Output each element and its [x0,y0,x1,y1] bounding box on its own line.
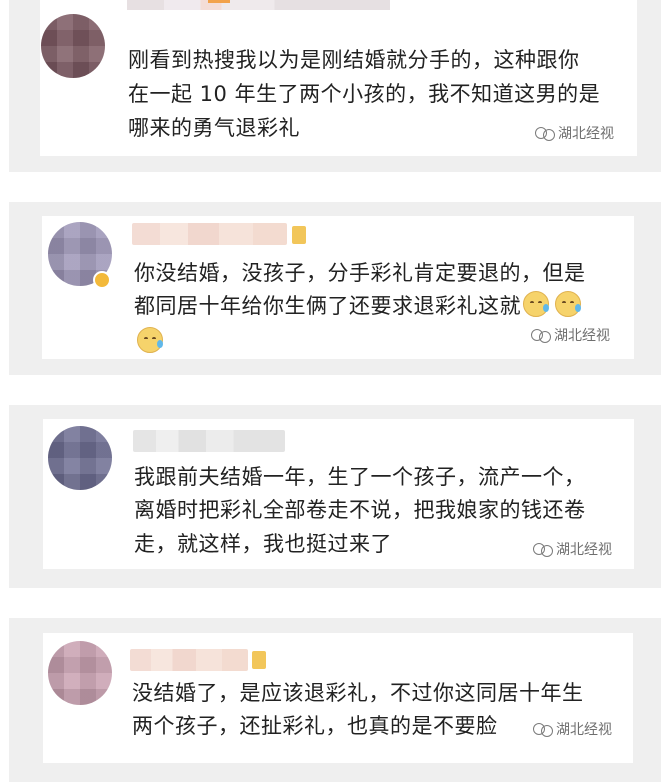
camera-rings-icon [533,723,553,737]
avatar[interactable] [48,641,112,705]
camera-rings-icon [533,543,553,557]
watermark-label: 湖北经视 [556,722,612,738]
blurred-level-badge [292,226,306,244]
blurred-username-1 [127,0,390,10]
avatar[interactable] [48,426,112,490]
comment-line-text: 都同居十年给你生俩了还要求退彩礼这就 [134,294,521,318]
blurred-badge-1 [208,0,230,3]
watermark: 湖北经视 [531,325,610,345]
comment-line: 两个孩子，还扯彩礼，也真的是不要脸 [132,714,498,738]
comment-line: 离婚时把彩礼全部卷走不说，把我娘家的钱还卷 [134,498,586,522]
blurred-username [130,649,248,671]
watermark: 湖北经视 [533,539,612,559]
comment-line: 刚看到热搜我以为是刚结婚就分手的，这种跟你 [128,48,580,72]
comment-line: 走，就这样，我也挺过来了 [134,532,392,556]
comment-line: 在一起 10 年生了两个小孩的，我不知道这男的是 [128,82,601,106]
watermark-label: 湖北经视 [554,328,610,344]
sweat-face-icon [555,291,581,317]
sweat-face-icon [523,291,549,317]
sweat-face-icon [137,327,163,353]
avatar[interactable] [41,14,105,78]
comment-line: 没结婚了，是应该退彩礼，不过你这同居十年生 [132,681,584,705]
comment-line: 我跟前夫结婚一年，生了一个孩子，流产一个， [134,465,586,489]
comment-line: 你没结婚，没孩子，分手彩礼肯定要退的，但是 [134,261,586,285]
blurred-username [132,223,287,245]
camera-rings-icon [531,329,551,343]
vip-badge-icon [93,271,111,289]
watermark-label: 湖北经视 [556,542,612,558]
blurred-level-badge [252,651,266,669]
watermark: 湖北经视 [535,123,614,143]
camera-rings-icon [535,127,555,141]
comment-line: 哪来的勇气退彩礼 [128,116,300,140]
watermark-label: 湖北经视 [558,126,614,142]
comment-line: 都同居十年给你生俩了还要求退彩礼这就 [134,290,581,323]
watermark: 湖北经视 [533,719,612,739]
blurred-username [133,430,285,452]
